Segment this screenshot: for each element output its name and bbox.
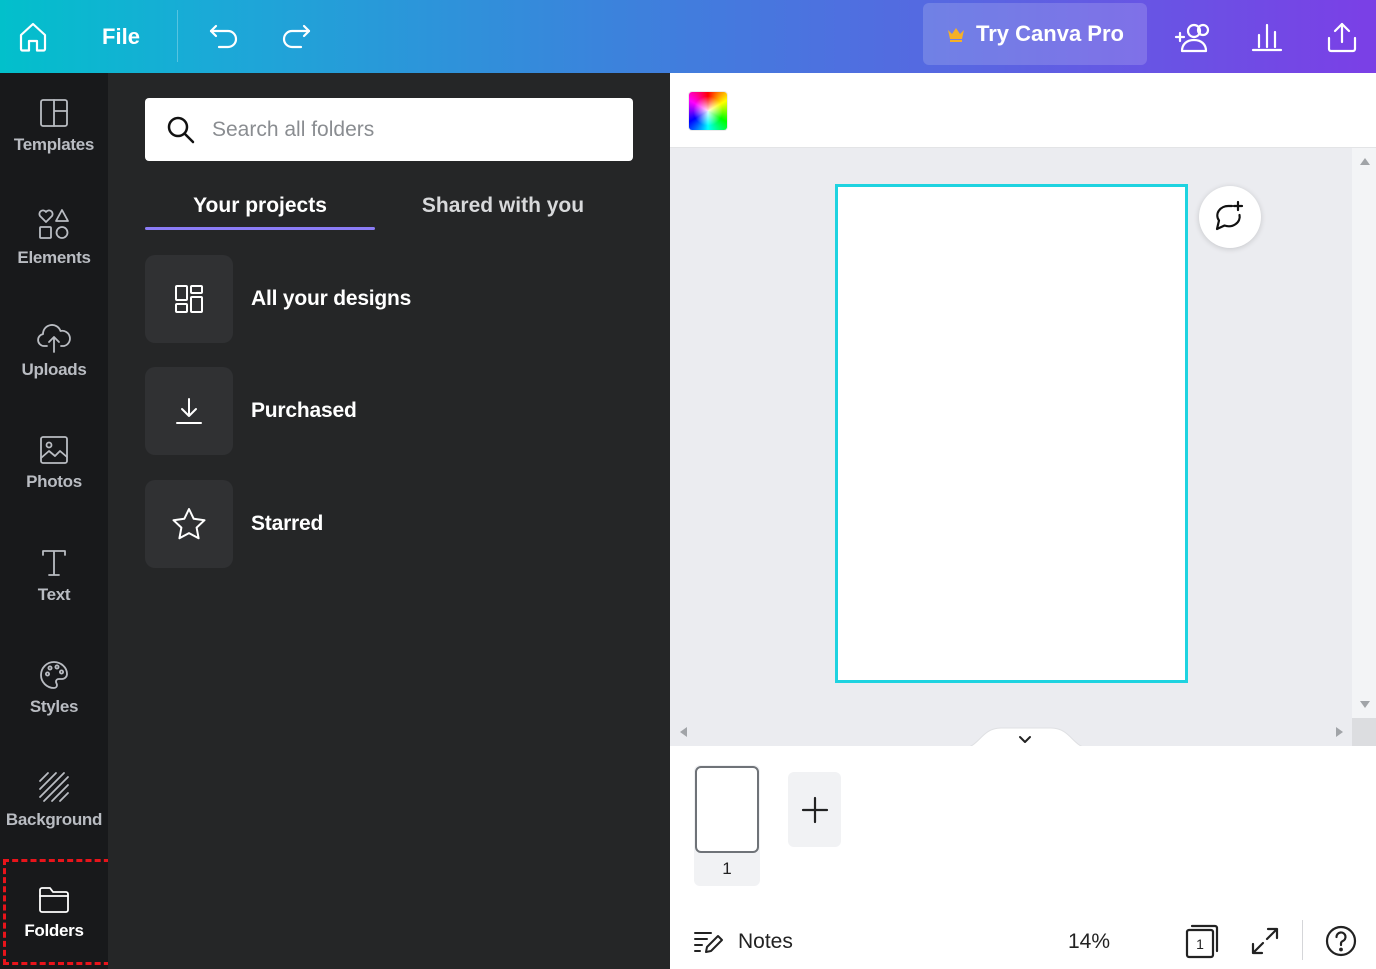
page-count-button[interactable]: 1 — [1181, 920, 1221, 962]
folder-label: Starred — [251, 512, 324, 535]
sidebar-item-photos[interactable]: Photos — [0, 413, 108, 513]
image-icon — [40, 436, 68, 464]
upload-cloud-icon — [37, 324, 71, 353]
sidebar-item-elements[interactable]: Elements — [0, 188, 108, 288]
sidebar-item-label: Styles — [29, 697, 79, 716]
toolbar-divider — [177, 10, 178, 62]
crown-icon — [948, 28, 965, 42]
home-button[interactable] — [0, 0, 66, 73]
text-icon — [42, 550, 66, 576]
folders-panel: Your projects Shared with you All your d… — [108, 73, 670, 969]
notes-button[interactable]: Notes — [692, 922, 793, 962]
notes-icon — [694, 932, 723, 953]
share-icon — [1327, 22, 1357, 52]
folder-icon — [39, 887, 69, 913]
palette-icon — [40, 661, 68, 689]
folder-tile — [145, 367, 233, 455]
top-toolbar: File Try Canva Pro — [0, 0, 1376, 73]
sidebar-item-label: Background — [5, 810, 103, 829]
sidebar-item-background[interactable]: Background — [0, 750, 108, 850]
sidebar-item-styles[interactable]: Styles — [0, 638, 108, 738]
page-thumbnail[interactable]: 1 — [694, 765, 760, 886]
active-tab-indicator — [145, 227, 375, 230]
design-page-canvas[interactable] — [835, 184, 1188, 683]
scroll-down-arrow-icon[interactable] — [1360, 701, 1370, 708]
sidebar-item-label: Text — [37, 585, 71, 604]
folder-tile — [145, 480, 233, 568]
sidebar-item-text[interactable]: Text — [0, 526, 108, 626]
sidebar-item-label: Elements — [17, 248, 91, 267]
page-thumbnails-strip — [670, 746, 1376, 892]
tab-your-projects[interactable]: Your projects — [145, 183, 375, 229]
folder-starred[interactable]: Starred — [145, 480, 605, 568]
fullscreen-button[interactable] — [1245, 920, 1285, 962]
page-thumbnail-preview — [695, 766, 759, 853]
help-button[interactable] — [1321, 920, 1361, 962]
folder-purchased[interactable]: Purchased — [145, 367, 605, 455]
footer-divider — [1302, 920, 1303, 960]
share-with-people-button[interactable] — [1166, 0, 1218, 73]
chevron-down-icon — [963, 727, 1089, 748]
scroll-left-arrow-icon[interactable] — [680, 727, 687, 737]
tab-shared-with-you[interactable]: Shared with you — [383, 183, 623, 229]
sidebar-item-templates[interactable]: Templates — [0, 76, 108, 176]
home-icon — [19, 22, 47, 52]
expand-icon — [1251, 927, 1279, 955]
try-canva-pro-button[interactable]: Try Canva Pro — [923, 3, 1147, 65]
templates-icon — [40, 99, 68, 127]
search-box[interactable] — [145, 98, 633, 161]
plus-icon — [801, 796, 828, 823]
background-pattern-icon — [39, 772, 69, 802]
grid-layout-icon — [175, 285, 203, 313]
sidebar-item-label: Folders — [24, 921, 84, 940]
scroll-up-arrow-icon[interactable] — [1360, 158, 1370, 165]
sidebar-item-label: Templates — [13, 135, 95, 154]
color-picker-button[interactable] — [689, 92, 727, 130]
page-count-value: 1 — [1196, 936, 1204, 952]
hide-pages-toggle[interactable] — [963, 726, 1089, 748]
sidebar-item-label: Uploads — [21, 360, 87, 379]
page-number: 1 — [722, 859, 732, 878]
sidebar-item-label: Photos — [26, 472, 82, 491]
notes-label: Notes — [738, 930, 793, 953]
sidebar-item-uploads[interactable]: Uploads — [0, 301, 108, 401]
search-folders-input[interactable] — [212, 109, 612, 150]
download-icon — [176, 398, 202, 424]
redo-icon — [282, 24, 311, 48]
folder-tile — [145, 255, 233, 343]
folder-label: Purchased — [251, 399, 357, 422]
insights-button[interactable] — [1242, 0, 1292, 73]
help-icon — [1325, 925, 1357, 957]
folder-label: All your designs — [251, 287, 412, 310]
add-comment-button[interactable] — [1199, 186, 1261, 248]
add-page-button[interactable] — [788, 772, 841, 847]
search-icon — [167, 116, 195, 143]
add-people-icon — [1174, 23, 1210, 52]
vertical-scrollbar[interactable] — [1352, 148, 1376, 718]
zoom-level[interactable]: 14% — [1060, 922, 1118, 962]
scrollbar-corner — [1352, 718, 1376, 746]
editor-toolbar — [670, 73, 1376, 148]
file-menu-button[interactable]: File — [88, 0, 154, 73]
side-navigation: Templates Elements Uploads Photos Text S… — [0, 73, 108, 969]
insights-icon — [1251, 23, 1283, 51]
undo-button[interactable] — [198, 0, 250, 73]
folder-all-your-designs[interactable]: All your designs — [145, 255, 605, 343]
pages-icon: 1 — [1185, 924, 1219, 959]
add-comment-icon — [1215, 200, 1244, 231]
undo-icon — [209, 24, 238, 48]
elements-icon — [38, 209, 69, 239]
scroll-right-arrow-icon[interactable] — [1336, 727, 1343, 737]
tab-label: Your projects — [193, 194, 327, 217]
tab-label: Shared with you — [421, 194, 585, 217]
share-button[interactable] — [1316, 0, 1368, 73]
try-canva-pro-label: Try Canva Pro — [976, 21, 1124, 46]
redo-button[interactable] — [270, 0, 322, 73]
star-icon — [172, 508, 206, 540]
file-menu-label: File — [102, 23, 140, 49]
sidebar-item-folders[interactable]: Folders — [0, 863, 108, 963]
